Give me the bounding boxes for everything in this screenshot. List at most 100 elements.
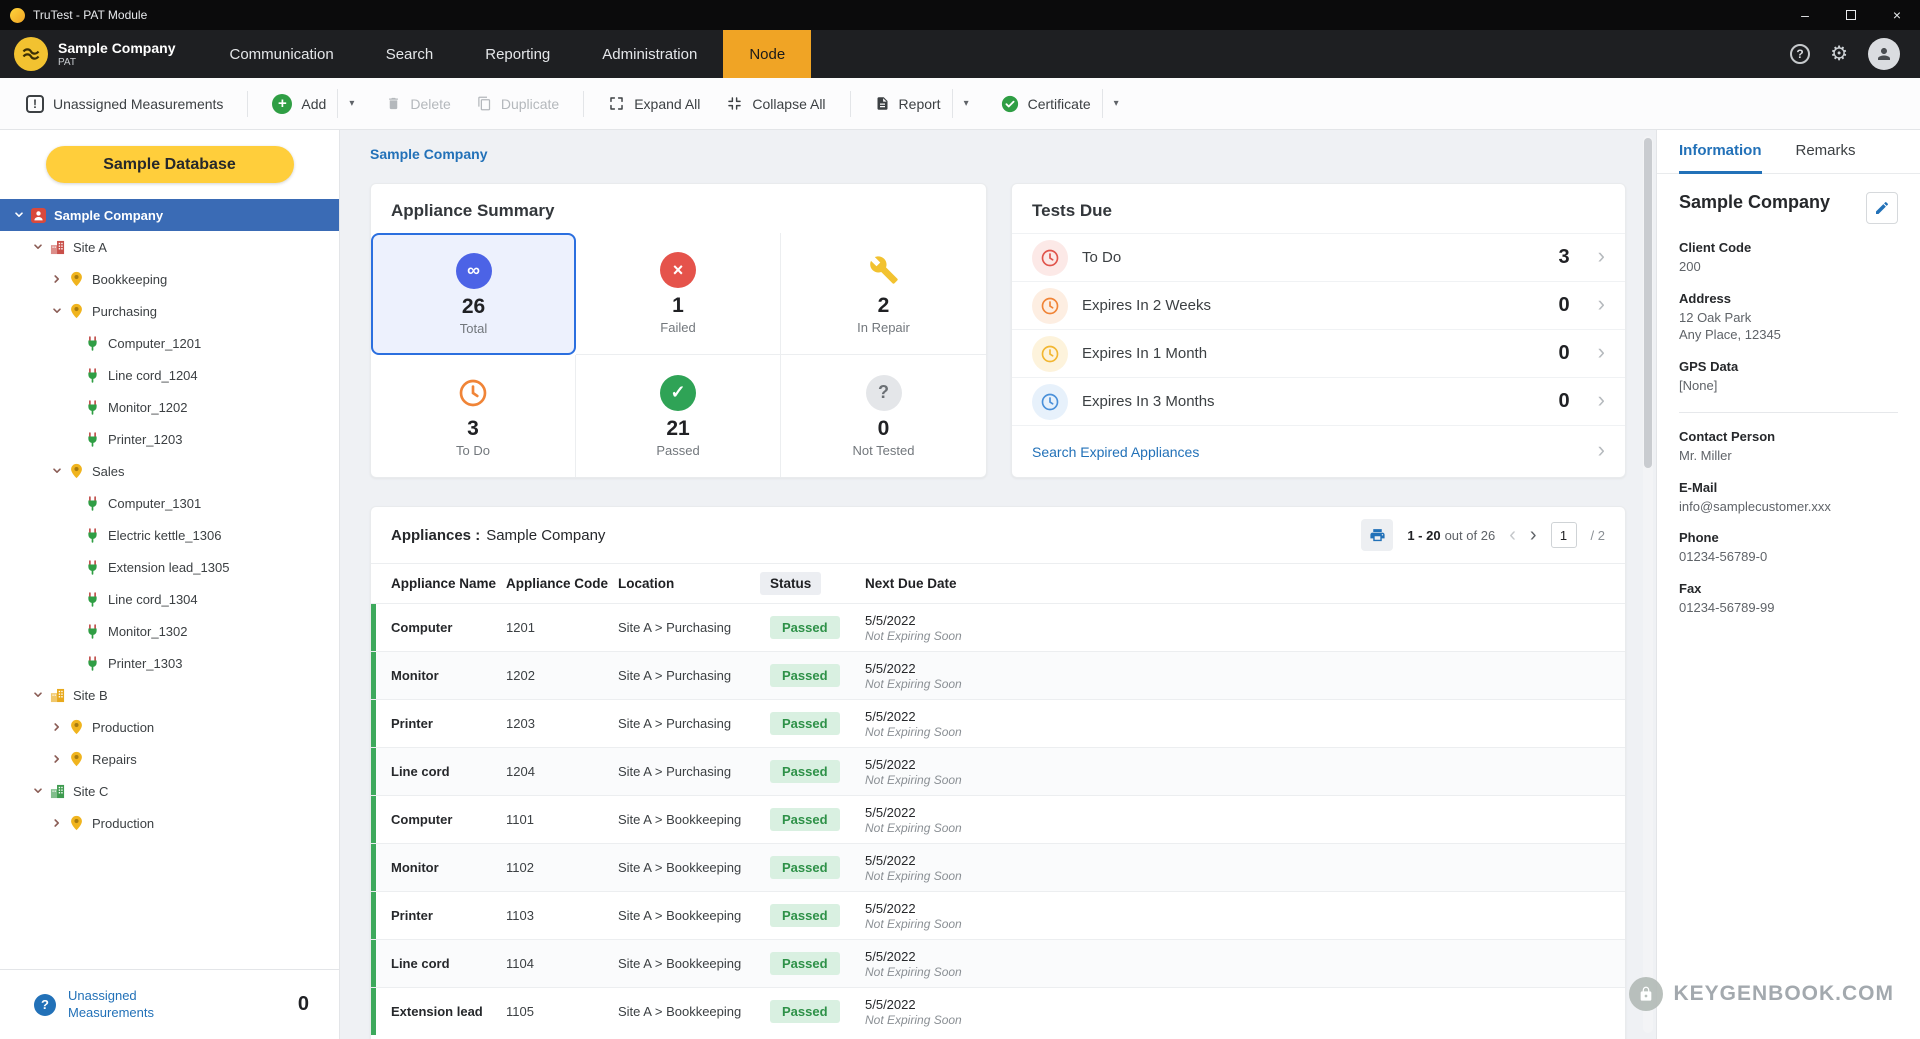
field-fax: Fax 01234-56789-99 <box>1679 580 1775 615</box>
tree-item-purchasing[interactable]: Purchasing <box>0 295 339 327</box>
main-scrollbar-thumb[interactable] <box>1644 138 1652 468</box>
tree-item-sample-company[interactable]: Sample Company <box>0 199 339 231</box>
tree-item-site-c[interactable]: Site C <box>0 775 339 807</box>
tree-item-extension-lead-1305[interactable]: Extension lead_1305 <box>0 551 339 583</box>
certificate-icon <box>1001 95 1019 113</box>
print-button[interactable] <box>1361 519 1394 551</box>
tests-due-row-expires-in-1-month[interactable]: Expires In 1 Month 0 › <box>1012 329 1625 377</box>
tree-item-computer-1201[interactable]: Computer_1201 <box>0 327 339 359</box>
expander-icon[interactable] <box>31 690 45 700</box>
tree-item-line-cord-1204[interactable]: Line cord_1204 <box>0 359 339 391</box>
summary-tile-failed[interactable]: × 1 Failed <box>576 233 781 355</box>
panel-tab-remarks[interactable]: Remarks <box>1796 130 1856 174</box>
brand: Sample Company PAT <box>0 30 195 78</box>
summary-tiles: ∞ 26 Total × 1 Failed 2 In Repair 3 To D… <box>371 233 986 477</box>
sample-database-button[interactable]: Sample Database <box>45 146 294 183</box>
column-header-appliance-name[interactable]: Appliance Name <box>391 576 506 591</box>
tree-node-icon <box>83 559 101 575</box>
help-icon[interactable]: ? <box>1790 44 1811 64</box>
expander-icon[interactable] <box>50 754 64 764</box>
appliance-row[interactable]: Monitor 1202 Site A > Purchasing Passed … <box>371 651 1625 699</box>
add-dropdown-caret[interactable]: ▾ <box>337 89 360 118</box>
delete-button[interactable]: Delete <box>376 96 460 112</box>
column-header-location[interactable]: Location <box>618 576 770 591</box>
summary-tile-total[interactable]: ∞ 26 Total <box>371 233 576 355</box>
page-input[interactable] <box>1550 522 1577 548</box>
tree-item-printer-1303[interactable]: Printer_1303 <box>0 647 339 679</box>
report-button[interactable]: Report ▾ <box>865 89 985 118</box>
collapse-all-button[interactable]: Collapse All <box>716 95 835 112</box>
expander-icon[interactable] <box>31 786 45 796</box>
test-label: To Do <box>1082 249 1122 266</box>
certificate-dropdown-caret[interactable]: ▾ <box>1101 89 1125 118</box>
nav-item-search[interactable]: Search <box>360 30 460 78</box>
expander-icon[interactable] <box>50 306 64 316</box>
tile-icon <box>457 375 489 411</box>
add-button[interactable]: + Add ▾ <box>262 89 370 118</box>
expander-icon[interactable] <box>50 466 64 476</box>
appliance-row[interactable]: Computer 1101 Site A > Bookkeeping Passe… <box>371 795 1625 843</box>
tree-item-monitor-1202[interactable]: Monitor_1202 <box>0 391 339 423</box>
tree-item-printer-1203[interactable]: Printer_1203 <box>0 423 339 455</box>
minimize-button[interactable]: – <box>1782 0 1828 30</box>
tree: Sample Company Site A Bookkeeping Purcha… <box>0 199 339 1039</box>
certificate-button[interactable]: Certificate ▾ <box>991 89 1135 118</box>
tree-item-sales[interactable]: Sales <box>0 455 339 487</box>
tree-item-line-cord-1304[interactable]: Line cord_1304 <box>0 583 339 615</box>
summary-tile-not-tested[interactable]: ? 0 Not Tested <box>781 355 986 477</box>
column-header-appliance-code[interactable]: Appliance Code <box>506 576 618 591</box>
summary-tile-in-repair[interactable]: 2 In Repair <box>781 233 986 355</box>
expander-icon[interactable] <box>50 722 64 732</box>
tree-item-monitor-1302[interactable]: Monitor_1302 <box>0 615 339 647</box>
appliance-row[interactable]: Line cord 1104 Site A > Bookkeeping Pass… <box>371 939 1625 987</box>
appliance-row[interactable]: Printer 1103 Site A > Bookkeeping Passed… <box>371 891 1625 939</box>
expander-icon[interactable] <box>31 242 45 252</box>
next-page-icon[interactable]: › <box>1530 525 1537 545</box>
breadcrumb[interactable]: Sample Company <box>370 146 1626 167</box>
tree-item-site-b[interactable]: Site B <box>0 679 339 711</box>
close-button[interactable]: × <box>1874 0 1920 30</box>
column-header-next-due-date[interactable]: Next Due Date <box>865 576 1625 591</box>
prev-page-icon[interactable]: ‹ <box>1509 525 1516 545</box>
panel-tab-information[interactable]: Information <box>1679 130 1762 174</box>
expander-icon[interactable] <box>12 210 26 220</box>
nav-item-node[interactable]: Node <box>723 30 812 78</box>
tree-item-production[interactable]: Production <box>0 807 339 839</box>
user-avatar[interactable] <box>1868 38 1900 70</box>
nav-item-communication[interactable]: Communication <box>203 30 359 78</box>
appliance-row[interactable]: Computer 1201 Site A > Purchasing Passed… <box>371 603 1625 651</box>
edit-button[interactable] <box>1866 192 1898 224</box>
settings-gear-icon[interactable]: ⚙ <box>1830 44 1848 64</box>
appliance-row[interactable]: Line cord 1204 Site A > Purchasing Passe… <box>371 747 1625 795</box>
tree-item-site-a[interactable]: Site A <box>0 231 339 263</box>
tree-item-bookkeeping[interactable]: Bookkeeping <box>0 263 339 295</box>
nav-item-reporting[interactable]: Reporting <box>459 30 576 78</box>
tests-due-row-to-do[interactable]: To Do 3 › <box>1012 233 1625 281</box>
summary-tile-to-do[interactable]: 3 To Do <box>371 355 576 477</box>
expand-all-button[interactable]: Expand All <box>598 95 710 112</box>
field-phone: Phone 01234-56789-0 <box>1679 530 1768 565</box>
column-header-status[interactable]: Status <box>760 572 865 595</box>
test-count: 0 <box>1558 342 1570 364</box>
toolbar-unassigned-measurements[interactable]: ! Unassigned Measurements <box>16 94 233 113</box>
unassigned-measurements-footer[interactable]: ? Unassigned Measurements 0 <box>0 969 339 1039</box>
tree-item-computer-1301[interactable]: Computer_1301 <box>0 487 339 519</box>
report-dropdown-caret[interactable]: ▾ <box>951 89 975 118</box>
search-expired-link[interactable]: Search Expired Appliances › <box>1012 425 1625 477</box>
duplicate-button[interactable]: Duplicate <box>467 96 569 112</box>
tests-due-row-expires-in-2-weeks[interactable]: Expires In 2 Weeks 0 › <box>1012 281 1625 329</box>
expander-icon[interactable] <box>50 274 64 284</box>
tests-due-row-expires-in-3-months[interactable]: Expires In 3 Months 0 › <box>1012 377 1625 425</box>
tree-item-repairs[interactable]: Repairs <box>0 743 339 775</box>
appliance-row[interactable]: Printer 1203 Site A > Purchasing Passed … <box>371 699 1625 747</box>
appliance-row[interactable]: Monitor 1102 Site A > Bookkeeping Passed… <box>371 843 1625 891</box>
expander-icon[interactable] <box>50 818 64 828</box>
tree-item-electric-kettle-1306[interactable]: Electric kettle_1306 <box>0 519 339 551</box>
summary-tile-passed[interactable]: ✓ 21 Passed <box>576 355 781 477</box>
tree-item-production[interactable]: Production <box>0 711 339 743</box>
nav-item-administration[interactable]: Administration <box>576 30 723 78</box>
maximize-button[interactable] <box>1828 0 1874 30</box>
tests-due-card: Tests Due To Do 3 › Expires In 2 Weeks 0… <box>1011 183 1626 478</box>
appliance-row[interactable]: Extension lead 1105 Site A > Bookkeeping… <box>371 987 1625 1035</box>
chevron-right-icon: › <box>1597 437 1605 462</box>
